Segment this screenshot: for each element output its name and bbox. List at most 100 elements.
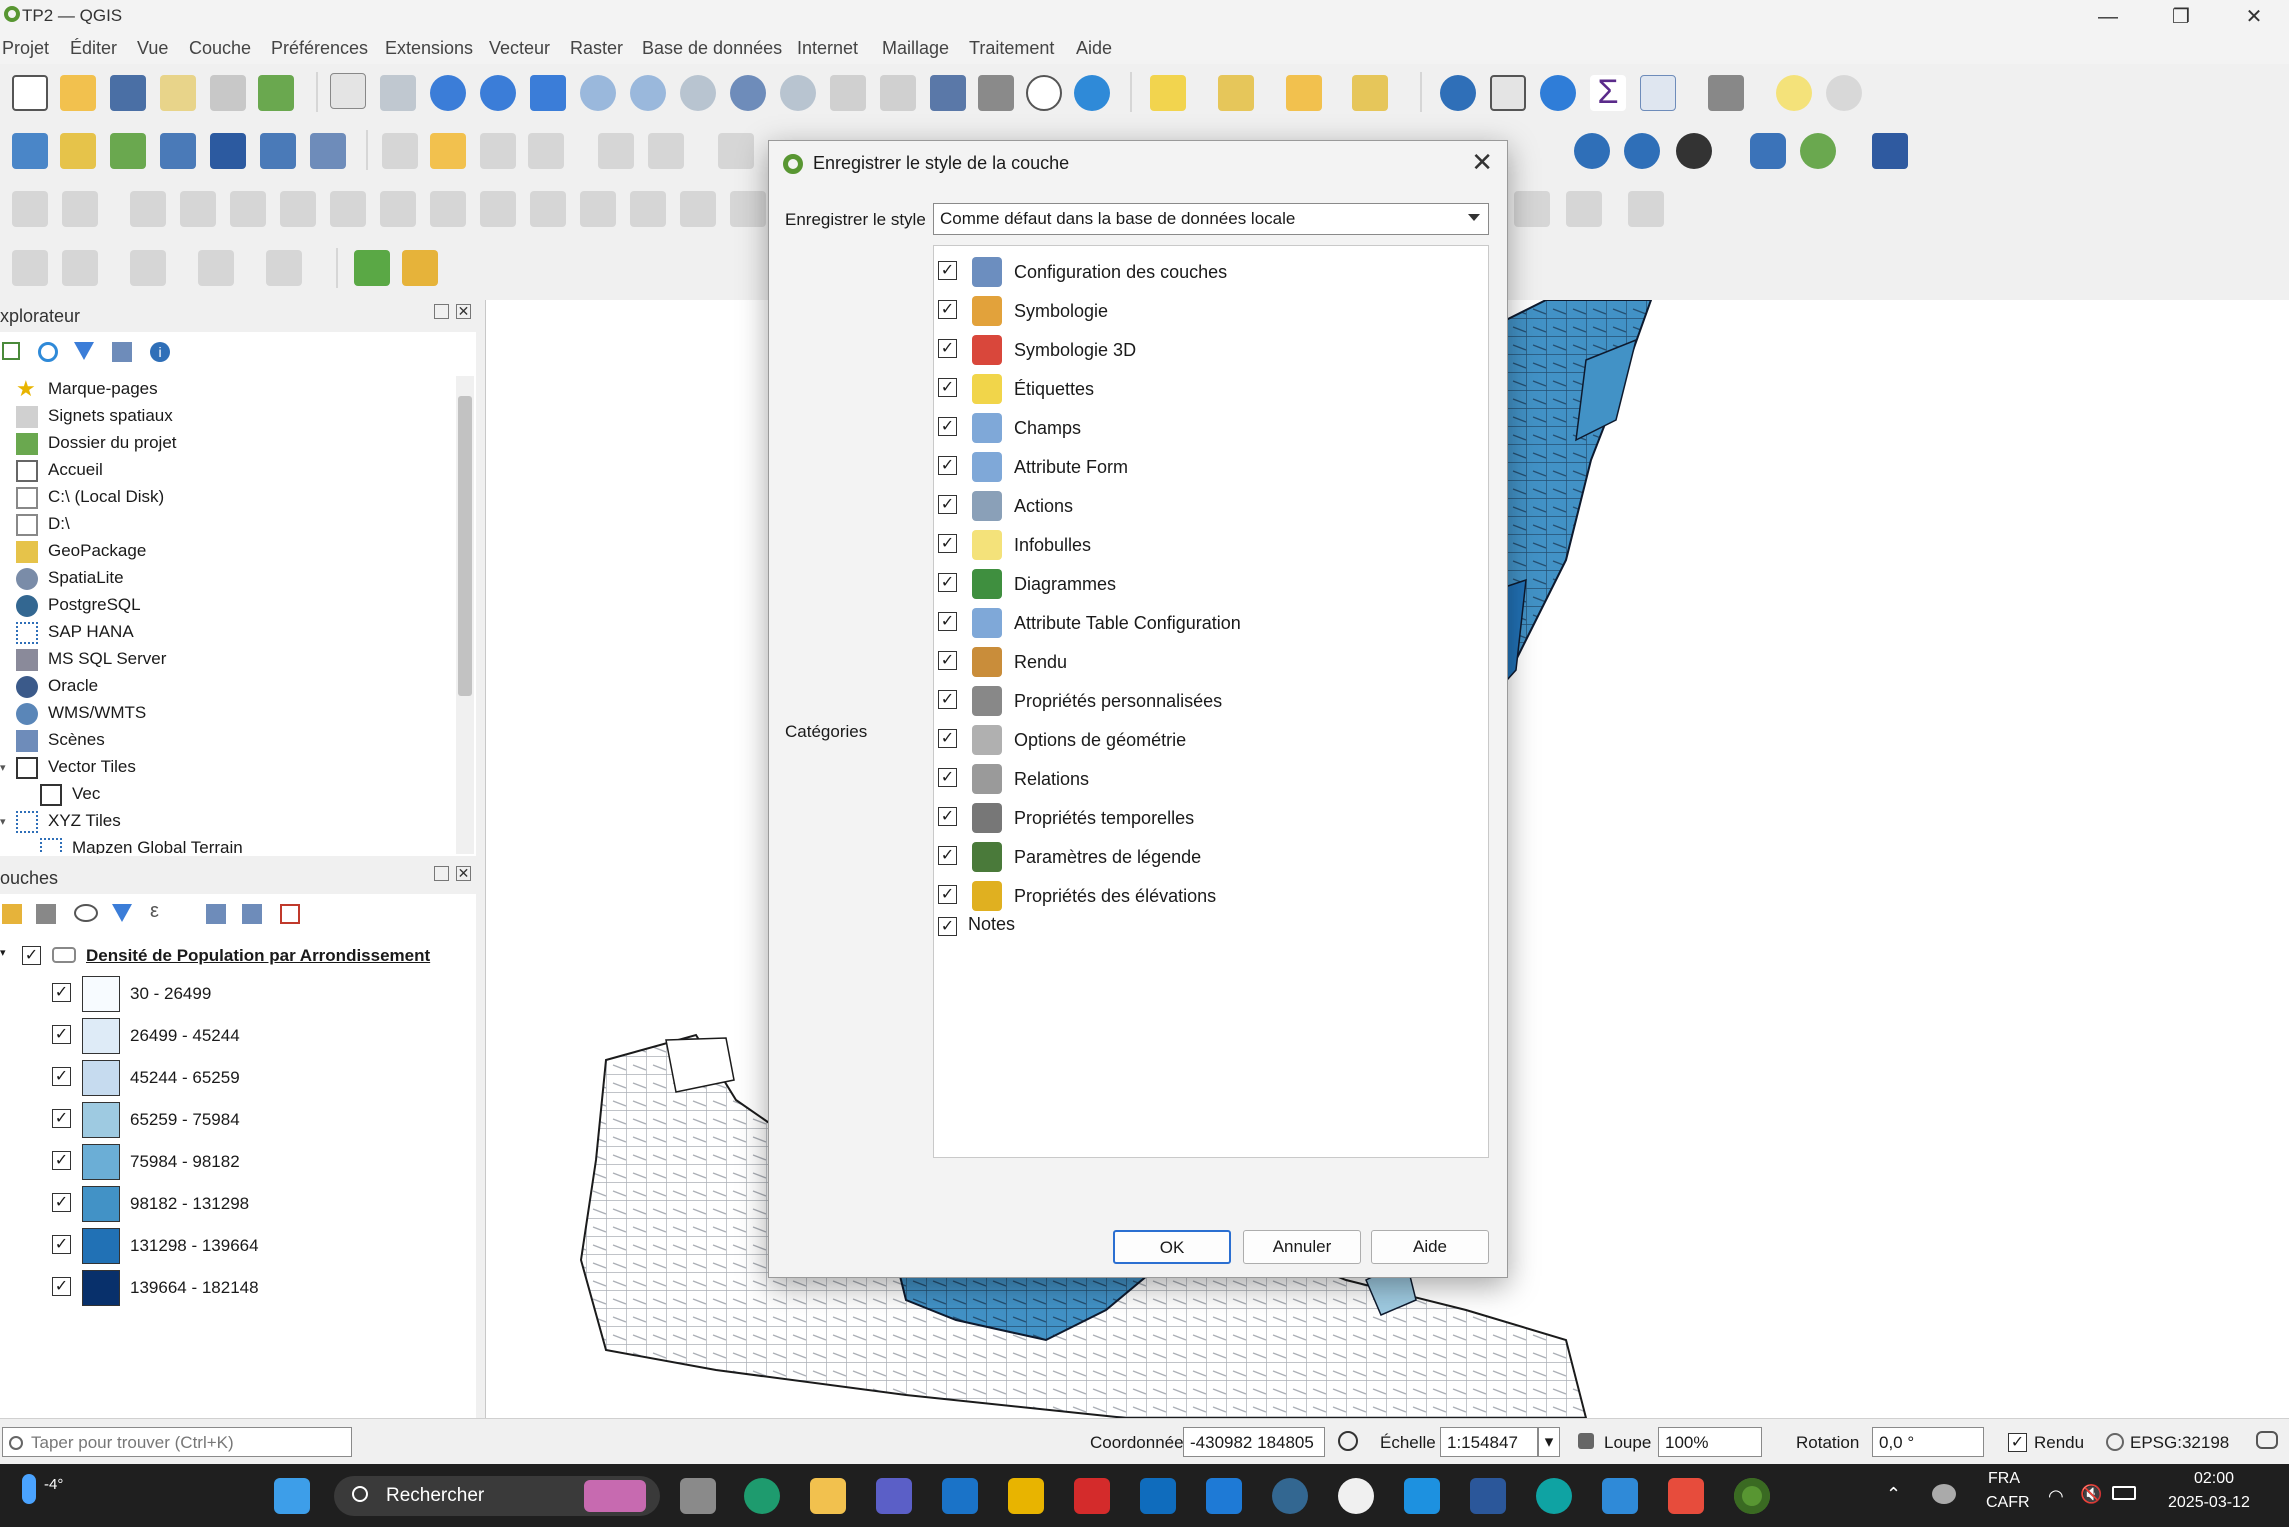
refresh-browser-icon[interactable] xyxy=(38,342,58,362)
volume-muted-icon[interactable]: 🔇 xyxy=(2080,1484,2102,1505)
layer-row-densite[interactable]: ▾ ✓ Densité de Population par Arrondisse… xyxy=(0,940,476,972)
filter-expression-icon[interactable]: ε xyxy=(150,900,159,923)
crs-button[interactable]: EPSG:32198 xyxy=(2130,1433,2229,1453)
measure-ruler-icon[interactable] xyxy=(1708,75,1744,111)
fill-ring-icon[interactable] xyxy=(330,191,366,227)
tracing-icon[interactable] xyxy=(1628,191,1664,227)
collapse-all-icon[interactable] xyxy=(242,904,262,924)
legend-class-row[interactable]: ✓ 65259 - 75984 xyxy=(0,1098,476,1140)
python-console-icon[interactable] xyxy=(1750,133,1786,169)
onedrive-error-icon[interactable] xyxy=(1932,1484,1956,1504)
show-bookmarks-icon[interactable] xyxy=(978,75,1014,111)
category-item[interactable]: ✓ Attribute Table Configuration xyxy=(934,603,1474,642)
trim-extend-icon[interactable] xyxy=(1514,191,1550,227)
split-features-icon[interactable] xyxy=(580,191,616,227)
file-explorer-icon[interactable] xyxy=(1008,1478,1044,1514)
app-teal-icon[interactable] xyxy=(1536,1478,1572,1514)
maximize-button[interactable]: ❐ xyxy=(2158,2,2204,32)
ok-button[interactable]: OK xyxy=(1113,1230,1231,1264)
category-checkbox[interactable]: ✓ xyxy=(938,651,957,670)
new-mesh-icon[interactable] xyxy=(260,133,296,169)
teams-icon[interactable] xyxy=(876,1478,912,1514)
current-edits-icon[interactable] xyxy=(382,133,418,169)
plugin-manager-icon[interactable] xyxy=(1800,133,1836,169)
annotation-tool-icon[interactable] xyxy=(12,250,48,286)
category-item[interactable]: ✓ Attribute Form xyxy=(934,447,1474,486)
vscode-icon[interactable] xyxy=(1206,1478,1242,1514)
legend-class-row[interactable]: ✓ 139664 - 182148 xyxy=(0,1266,476,1308)
render-checkbox[interactable]: ✓ xyxy=(2008,1433,2027,1452)
select-location-icon[interactable] xyxy=(1352,75,1388,111)
data-source-manager-icon[interactable] xyxy=(12,133,48,169)
text-annotation-icon[interactable] xyxy=(62,250,98,286)
filter-legend-icon[interactable] xyxy=(112,904,132,922)
category-checkbox[interactable]: ✓ xyxy=(938,612,957,631)
zoom-in-icon[interactable] xyxy=(430,75,466,111)
wms-layer-icon[interactable] xyxy=(1574,133,1610,169)
category-item[interactable]: ✓ Relations xyxy=(934,759,1474,798)
taskbar-search-box[interactable]: Rechercher xyxy=(334,1476,660,1516)
menu-vecteur[interactable]: Vecteur xyxy=(489,38,550,59)
category-checkbox[interactable]: ✓ xyxy=(938,534,957,553)
outlook-icon[interactable] xyxy=(1140,1478,1176,1514)
close-window-button[interactable]: ✕ xyxy=(2231,2,2277,32)
pan-hand-icon[interactable] xyxy=(330,73,366,109)
attribute-table-icon[interactable] xyxy=(1490,75,1526,111)
wfs-layer-icon[interactable] xyxy=(1624,133,1660,169)
acrobat-icon[interactable] xyxy=(1074,1478,1110,1514)
filter-icon[interactable] xyxy=(74,342,94,360)
category-item[interactable]: ✓ Actions xyxy=(934,486,1474,525)
deselect-icon[interactable] xyxy=(1286,75,1322,111)
add-ring-icon[interactable] xyxy=(230,191,266,227)
dialog-close-button[interactable]: ✕ xyxy=(1471,147,1493,178)
zoom-native-icon[interactable] xyxy=(680,75,716,111)
legend-class-checkbox[interactable]: ✓ xyxy=(52,1235,71,1254)
close-panel-icon[interactable]: ✕ xyxy=(456,866,471,881)
float-panel-icon[interactable] xyxy=(434,866,449,881)
legend-class-row[interactable]: ✓ 98182 - 131298 xyxy=(0,1182,476,1224)
task-view-icon[interactable] xyxy=(680,1478,716,1514)
visibility-eye-icon[interactable] xyxy=(74,904,98,922)
new-project-icon[interactable] xyxy=(12,75,48,111)
new-bookmark-icon[interactable] xyxy=(930,75,966,111)
legend-class-checkbox[interactable]: ✓ xyxy=(52,1067,71,1086)
category-item[interactable]: ✓ Notes xyxy=(934,908,1474,947)
settings-disabled-icon[interactable] xyxy=(1826,75,1862,111)
legend-class-checkbox[interactable]: ✓ xyxy=(52,1277,71,1296)
zoom-selection-icon[interactable] xyxy=(580,75,616,111)
category-checkbox[interactable]: ✓ xyxy=(938,846,957,865)
collapse-all-icon[interactable] xyxy=(112,342,132,362)
locator-search-input[interactable]: Taper pour trouver (Ctrl+K) xyxy=(2,1427,352,1457)
category-checkbox[interactable]: ✓ xyxy=(938,417,957,436)
statistics-sigma-icon[interactable]: Σ xyxy=(1590,75,1626,111)
browser-scrollbar[interactable] xyxy=(456,376,474,854)
info-icon[interactable]: i xyxy=(150,342,170,362)
category-item[interactable]: ✓ Propriétés personnalisées xyxy=(934,681,1474,720)
snap-icon[interactable] xyxy=(1566,191,1602,227)
save-edits-icon[interactable] xyxy=(480,133,516,169)
category-checkbox[interactable]: ✓ xyxy=(938,768,957,787)
save-style-combobox[interactable]: Comme défaut dans la base de données loc… xyxy=(933,203,1489,235)
clock-date[interactable]: 2025-03-12 xyxy=(2168,1494,2250,1512)
battery-icon[interactable] xyxy=(2112,1486,2136,1500)
menu-editer[interactable]: Éditer xyxy=(70,38,117,59)
zoom-layer-icon[interactable] xyxy=(630,75,666,111)
add-group-icon[interactable] xyxy=(36,904,56,924)
keyboard-layout-indicator[interactable]: CAFR xyxy=(1986,1494,2030,1512)
expand-all-icon[interactable] xyxy=(206,904,226,924)
select-by-value-icon[interactable] xyxy=(1218,75,1254,111)
new-spatialite-icon[interactable] xyxy=(160,133,196,169)
split-parts-icon[interactable] xyxy=(630,191,666,227)
category-checkbox[interactable]: ✓ xyxy=(938,917,957,936)
layer-styling-icon[interactable] xyxy=(2,904,22,924)
category-checkbox[interactable]: ✓ xyxy=(938,300,957,319)
menu-traitement[interactable]: Traitement xyxy=(969,38,1054,59)
microsoft-store-icon[interactable] xyxy=(810,1478,846,1514)
map-tips-icon[interactable] xyxy=(1776,75,1812,111)
edge-browser-icon[interactable] xyxy=(744,1478,780,1514)
menu-raster[interactable]: Raster xyxy=(570,38,623,59)
menu-base-de-donnees[interactable]: Base de données xyxy=(642,38,782,59)
legend-class-row[interactable]: ✓ 45244 - 65259 xyxy=(0,1056,476,1098)
coordinate-field[interactable]: -430982 184805 xyxy=(1183,1427,1325,1457)
start-windows-icon[interactable] xyxy=(274,1478,310,1514)
